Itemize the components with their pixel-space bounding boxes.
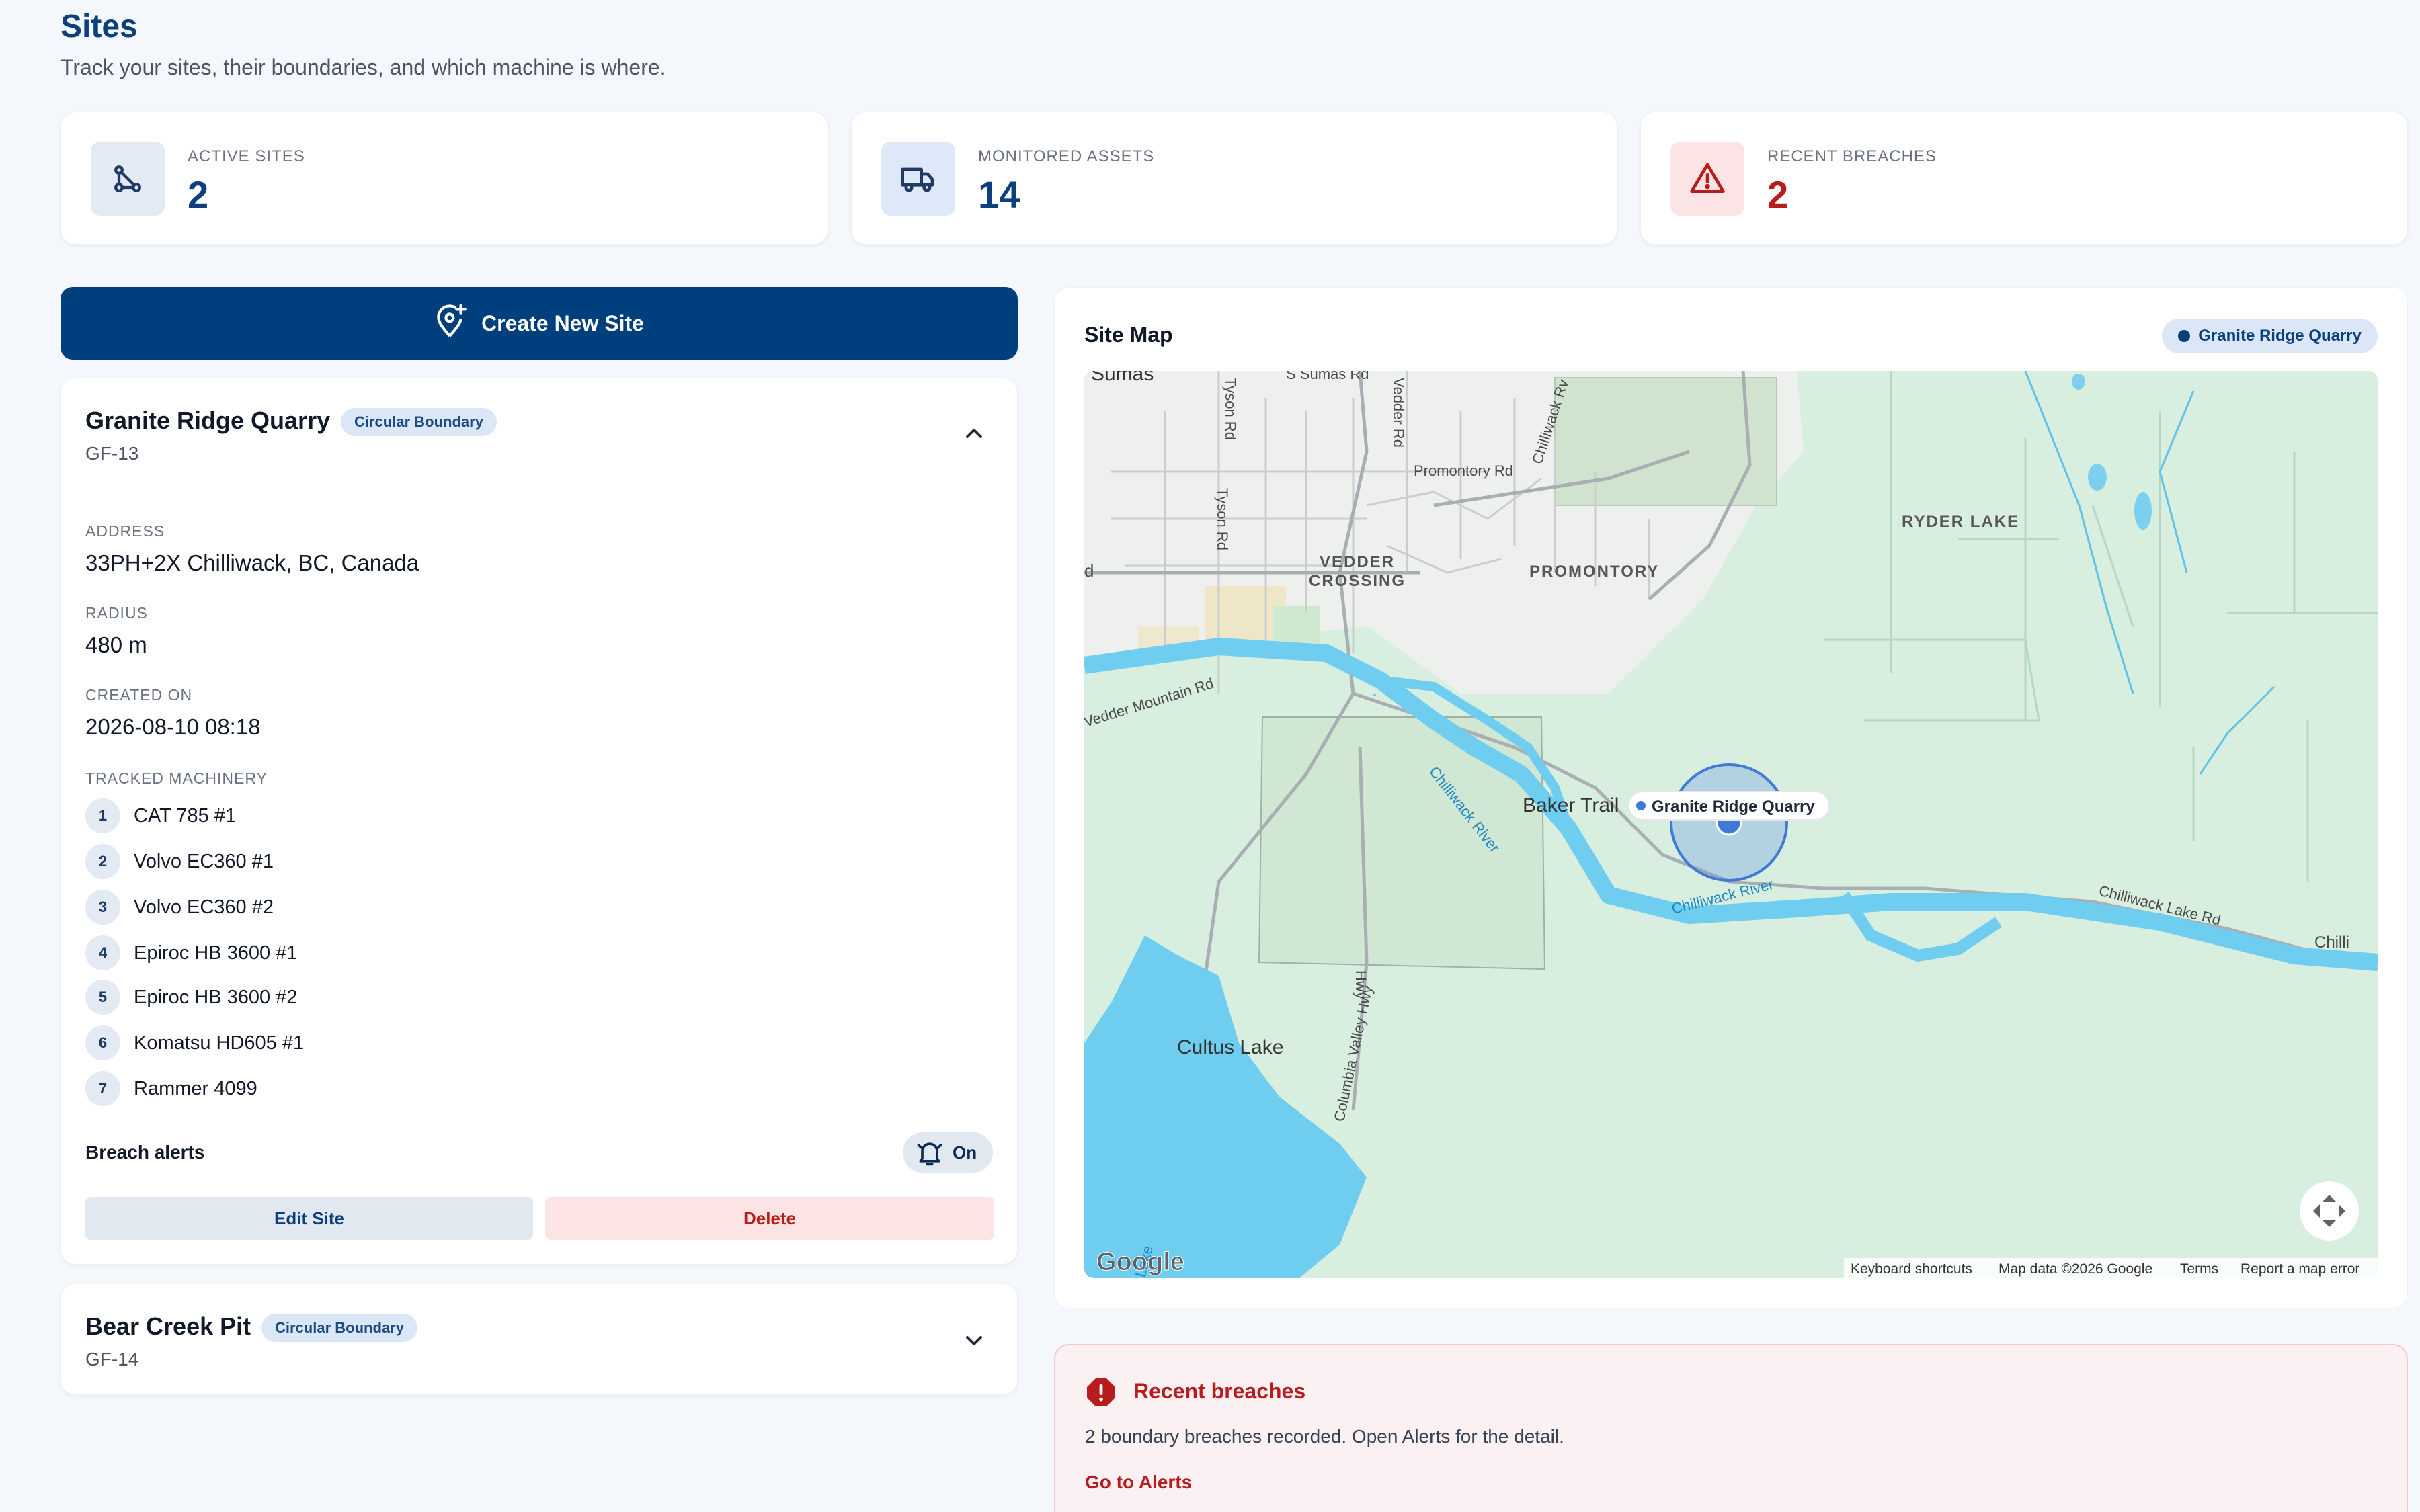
map-label: Chilli xyxy=(2314,933,2349,952)
address-label: ADDRESS xyxy=(85,522,165,540)
machinery-number: 1 xyxy=(85,798,120,833)
stat-value: 2 xyxy=(1767,173,1789,216)
machinery-name: CAT 785 #1 xyxy=(134,804,237,827)
machinery-item: 7 Rammer 4099 xyxy=(85,1070,257,1107)
site-name: Granite Ridge Quarry xyxy=(85,407,331,434)
map-label: Promontory Rd xyxy=(1414,462,1513,479)
created-value: 2026-08-10 08:18 xyxy=(85,714,261,739)
chevron-down-icon[interactable] xyxy=(961,1327,987,1354)
site-code: GF-13 xyxy=(85,443,139,464)
machinery-number: 3 xyxy=(85,890,120,925)
machinery-item: 3 Volvo EC360 #2 xyxy=(85,889,274,925)
machinery-name: Epiroc HB 3600 #1 xyxy=(134,941,298,964)
machinery-number: 4 xyxy=(85,935,120,970)
site-card-granite-ridge-quarry: Granite Ridge Quarry Circular Boundary G… xyxy=(61,378,1018,1265)
dot-icon xyxy=(2178,330,2191,342)
address-value: 33PH+2X Chilliwack, BC, Canada xyxy=(85,550,419,575)
report-map-error-link[interactable]: Report a map error xyxy=(2241,1261,2360,1277)
machinery-number: 5 xyxy=(85,980,120,1015)
site-code: GF-14 xyxy=(85,1349,139,1370)
map-label: Tyson Rd xyxy=(1222,378,1239,440)
recent-breaches-text: 2 boundary breaches recorded. Open Alert… xyxy=(1085,1426,1564,1447)
page-subtitle: Track your sites, their boundaries, and … xyxy=(61,55,666,79)
map-label: Vedder Rd xyxy=(1390,378,1407,448)
map-pin-plus-icon xyxy=(434,302,468,344)
recent-breaches-title: Recent breaches xyxy=(1133,1379,1306,1403)
breach-alerts-label: Breach alerts xyxy=(85,1142,205,1163)
machinery-item: 4 Epiroc HB 3600 #1 xyxy=(85,935,297,971)
map-label: Baker Trail xyxy=(1523,794,1619,816)
go-to-alerts-link[interactable]: Go to Alerts xyxy=(1085,1472,1192,1493)
map-label: Cultus Lake xyxy=(1177,1036,1283,1058)
map-label: Tyson Rd xyxy=(1214,488,1231,550)
tracked-machinery-label: TRACKED MACHINERY xyxy=(85,769,268,787)
alert-circle-icon xyxy=(1087,1378,1115,1406)
created-label: CREATED ON xyxy=(85,686,193,704)
stat-value: 14 xyxy=(978,173,1020,216)
truck-icon xyxy=(881,142,955,216)
map-label: PROMONTORY xyxy=(1529,562,1659,581)
map-label: CROSSING xyxy=(1309,572,1406,590)
recent-breaches-card: Recent breaches 2 boundary breaches reco… xyxy=(1054,1344,2408,1512)
bell-ring-icon xyxy=(917,1142,942,1166)
map-marker-label[interactable]: Granite Ridge Quarry xyxy=(1652,798,1815,816)
site-card-header[interactable] xyxy=(61,378,1017,491)
map-label: RYDER LAKE xyxy=(1902,513,2019,531)
stat-label: RECENT BREACHES xyxy=(1767,147,1937,165)
site-card-bear-creek-pit[interactable]: Bear Creek Pit Circular Boundary GF-14 xyxy=(61,1284,1018,1395)
radius-label: RADIUS xyxy=(85,604,148,622)
boundary-badge: Circular Boundary xyxy=(261,1314,417,1342)
stat-active-sites: ACTIVE SITES 2 xyxy=(61,112,828,245)
stat-value: 2 xyxy=(188,173,209,216)
machinery-name: Volvo EC360 #2 xyxy=(134,896,274,918)
selected-site-chip-label: Granite Ridge Quarry xyxy=(2198,327,2362,345)
page-title: Sites xyxy=(61,9,138,44)
map-label: Hwy xyxy=(1353,970,1369,999)
machinery-name: Komatsu HD605 #1 xyxy=(134,1032,305,1054)
keyboard-shortcuts-link[interactable]: Keyboard shortcuts xyxy=(1851,1261,1972,1277)
machinery-item: 5 Epiroc HB 3600 #2 xyxy=(85,979,297,1015)
map-label: S Sumas Rd xyxy=(1286,371,1369,382)
stat-label: ACTIVE SITES xyxy=(188,147,305,165)
site-map[interactable]: Granite Ridge Quarry Sumas S Sumas Rd Pr… xyxy=(1084,371,2378,1278)
create-new-site-label: Create New Site xyxy=(481,310,644,335)
radius-value: 480 m xyxy=(85,632,147,657)
map-label: Sumas xyxy=(1091,371,1154,385)
delete-site-button[interactable]: Delete xyxy=(545,1197,994,1240)
edit-site-button[interactable]: Edit Site xyxy=(85,1197,533,1240)
machinery-name: Epiroc HB 3600 #2 xyxy=(134,986,298,1008)
share-nodes-icon xyxy=(91,142,165,216)
breach-alerts-state: On xyxy=(953,1142,977,1163)
machinery-item: 2 Volvo EC360 #1 xyxy=(85,843,274,880)
site-name: Bear Creek Pit xyxy=(85,1312,251,1340)
fullscreen-button[interactable] xyxy=(2300,1181,2359,1241)
machinery-number: 7 xyxy=(85,1071,120,1106)
boundary-badge: Circular Boundary xyxy=(341,408,497,436)
stat-label: MONITORED ASSETS xyxy=(978,147,1155,165)
terms-link[interactable]: Terms xyxy=(2180,1261,2218,1277)
machinery-name: Rammer 4099 xyxy=(134,1077,257,1099)
stat-recent-breaches: RECENT BREACHES 2 xyxy=(1640,112,2408,245)
machinery-item: 6 Komatsu HD605 #1 xyxy=(85,1025,304,1061)
site-map-title: Site Map xyxy=(1084,323,1173,347)
create-new-site-button[interactable]: Create New Site xyxy=(61,287,1018,360)
map-label: VEDDER xyxy=(1320,553,1395,571)
site-map-card: Site Map Granite Ridge Quarry Granite Ri… xyxy=(1054,287,2408,1308)
machinery-item: 1 CAT 785 #1 xyxy=(85,798,236,834)
machinery-number: 6 xyxy=(85,1025,120,1060)
map-data-attribution: Map data ©2026 Google xyxy=(1999,1261,2152,1277)
warning-triangle-icon xyxy=(1670,142,1744,216)
machinery-name: Volvo EC360 #1 xyxy=(134,850,274,872)
stat-monitored-assets: MONITORED ASSETS 14 xyxy=(851,112,1617,245)
breach-alerts-toggle[interactable]: On xyxy=(903,1132,993,1173)
selected-site-chip[interactable]: Granite Ridge Quarry xyxy=(2162,319,2378,353)
google-logo: Google xyxy=(1096,1248,1184,1276)
chevron-up-icon[interactable] xyxy=(961,420,987,447)
machinery-number: 2 xyxy=(85,844,120,879)
map-label: d xyxy=(1084,560,1094,581)
